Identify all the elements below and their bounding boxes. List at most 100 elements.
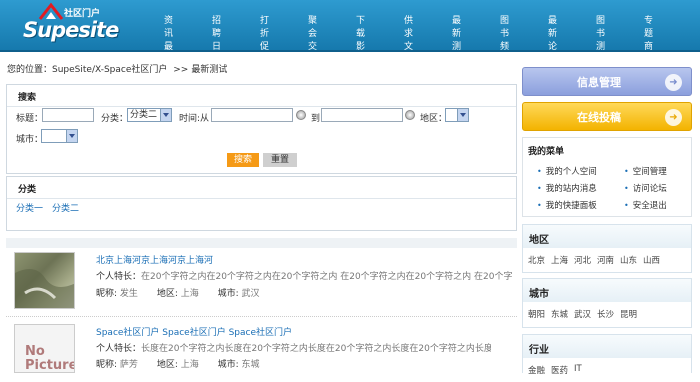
nav-label-1: 聚会交友 [308,16,318,65]
nav-item[interactable]: 最新 论坛 [548,15,557,67]
region-label: 地区: [156,289,178,299]
logo-wordmark: Supesite [23,18,119,42]
industry-link[interactable]: 金融 [528,364,545,376]
menu-item-logout[interactable]: 安全退出 [624,199,667,211]
nav-label-1: 招聘 [212,16,222,39]
region-value: 上海 [180,289,199,299]
menu-item-personal-space[interactable]: 我的个人空间 [537,165,597,177]
listing-thumbnail[interactable]: No Picture [14,324,75,373]
time-to-input[interactable] [321,108,403,122]
city-label: 城市: [217,289,239,299]
category-panel-title: 分类 [18,185,37,195]
chevron-down-icon [457,109,468,121]
title-input[interactable] [42,108,94,122]
divider [7,106,516,107]
nav-label-2: 影音 [356,42,366,65]
nav-label-1: 专题 [644,16,654,39]
city-link[interactable]: 东城 [551,308,568,320]
city-link[interactable]: 武汉 [574,308,591,320]
nav-label-1: 最新 [548,16,558,39]
online-submit-label: 在线投稿 [577,111,621,124]
nav-item[interactable]: 聚会交友商品 [308,15,317,93]
city-label: 城市： [16,135,44,145]
info-management-button[interactable]: 信息管理 ➜ [522,67,692,96]
breadcrumb-site-link[interactable]: SupeSite/X-Space社区门户 [52,65,167,75]
arrow-right-icon: ➜ [665,109,682,126]
calendar-icon[interactable] [296,110,306,120]
nav-label-1: 供求 [404,16,414,39]
breadcrumb-current: 最新测试 [191,65,228,75]
nav-item[interactable]: 打折促销图片 [260,15,269,93]
nav-label-1: 图书 [596,16,606,39]
breadcrumb-separator: >> [173,65,189,75]
chevron-down-icon [66,130,77,142]
breadcrumb: 您的位置：SupeSite/X-Space社区门户 >> 最新测试 [7,62,227,75]
nick-value: 萨芳 [119,360,138,370]
region-link[interactable]: 山东 [620,254,637,266]
info-management-label: 信息管理 [577,76,621,89]
city-label: 城市: [217,360,239,370]
reset-button[interactable]: 重置 [263,153,297,167]
time-from-label: 时间:从 [179,114,210,124]
listing-title[interactable]: Space社区门户 Space社区门户 Space社区门户 [96,325,292,338]
category-link[interactable]: 分类一 [16,201,43,214]
online-submit-button[interactable]: 在线投稿 ➜ [522,102,692,131]
calendar-icon[interactable] [405,110,415,120]
time-to-label: 到 [311,114,321,124]
nav-label-1: 下载 [356,16,366,39]
site-header: 社区门户 Supesite 资讯最新测试 招聘日志 打折促销图片 聚会交友商品 … [0,0,700,104]
divider [7,198,516,199]
list-header-bar [6,238,517,248]
city-value: 武汉 [241,289,260,299]
category-link[interactable]: 分类二 [52,201,79,214]
menu-item-messages[interactable]: 我的站内消息 [537,182,597,194]
menu-item-quick-panel[interactable]: 我的快捷面板 [537,199,597,211]
menu-item-space-management[interactable]: 空间管理 [624,165,667,177]
no-picture-text: No Picture [25,344,75,373]
region-label: 地区： [420,114,448,124]
region-label: 地区: [156,360,178,370]
search-button[interactable]: 搜索 [227,153,259,167]
region-link[interactable]: 河北 [574,254,591,266]
region-link[interactable]: 上海 [551,254,568,266]
menu-item-forum[interactable]: 访问论坛 [624,182,667,194]
industry-link[interactable]: 医药 [551,364,568,376]
region-link[interactable]: 山西 [643,254,660,266]
industry-links: 金融 医药 IT [523,358,691,382]
nick-label: 昵称: [96,289,118,299]
nav-label-1: 资讯 [164,16,174,39]
listing-specialty: 个人特长：在20个字符之内在20个字符之内在20个字符之内 在20个字符之内在2… [96,269,516,282]
category-select[interactable]: 分类二 [127,108,172,122]
nav-item[interactable]: 下载 影音 [356,15,365,67]
city-select[interactable] [41,129,78,143]
city-link[interactable]: 长沙 [597,308,614,320]
nav-item[interactable]: 资讯最新测试 [164,15,173,93]
cities-panel: 城市 朝阳 东城 武汉 长沙 昆明 [522,278,692,328]
city-link[interactable]: 昆明 [620,308,637,320]
region-value: 上海 [180,360,199,370]
nav-label-1: 打折促销 [260,16,270,65]
nav-item[interactable]: 最新测试书签 [452,15,461,93]
nav-item[interactable]: 招聘 日志 [212,15,221,67]
city-link[interactable]: 朝阳 [528,308,545,320]
specialty-value: 长度在20个字符之内长度在20个字符之内长度在20个字符之内长度在20个字符之内… [141,344,491,354]
search-panel-title: 搜索 [18,93,37,103]
nav-label-1: 图书频道2 [500,16,510,78]
nav-item[interactable]: 供求 文件 [404,15,413,67]
region-link[interactable]: 北京 [528,254,545,266]
listing-title[interactable]: 北京上海河京上海河京上海河 [96,253,213,266]
nick-value: 发生 [119,289,138,299]
region-link[interactable]: 河南 [597,254,614,266]
my-menu-panel: 我的菜单 我的个人空间 空间管理 我的站内消息 访问论坛 我的快捷面板 安全退出 [522,137,692,217]
nav-label-1: 最新测试 [452,16,462,65]
nav-label-2: 文件 [404,42,414,65]
listing-thumbnail[interactable] [14,252,75,309]
region-select[interactable] [445,108,469,122]
site-logo[interactable]: 社区门户 Supesite [18,2,119,48]
divider [6,316,517,317]
regions-links: 北京 上海 河北 河南 山东 山西 [523,248,691,272]
regions-title: 地区 [523,225,691,248]
nav-label-2: 论坛 [548,42,558,65]
photo-image [15,269,74,308]
time-from-input[interactable] [211,108,293,122]
